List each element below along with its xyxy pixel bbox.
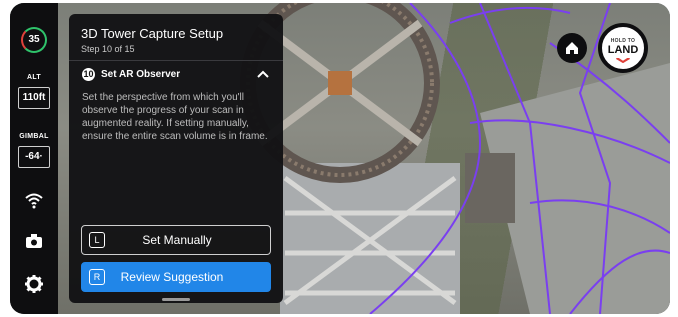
- camera-icon[interactable]: [24, 231, 44, 251]
- land-button-label: LAND: [607, 44, 639, 56]
- review-suggestion-label: Review Suggestion: [120, 270, 224, 284]
- gear-icon[interactable]: [24, 274, 44, 294]
- drone-app-screen: 35 ALT 110ft GIMBAL -64· 3D Tower Captur…: [10, 3, 670, 314]
- chevron-up-icon[interactable]: [257, 70, 269, 78]
- gimbal-label: GIMBAL: [19, 133, 49, 140]
- drag-handle[interactable]: [162, 298, 190, 301]
- turbine-hub: [328, 71, 352, 95]
- panel-step-counter: Step 10 of 15: [81, 44, 135, 54]
- step-title: Set AR Observer: [101, 69, 181, 80]
- altitude-value: 110ft: [18, 87, 50, 109]
- panel-title: 3D Tower Capture Setup: [81, 26, 224, 41]
- setup-panel: 3D Tower Capture Setup Step 10 of 15 10 …: [69, 14, 283, 303]
- wifi-icon[interactable]: [24, 190, 44, 210]
- gimbal-value: -64·: [18, 146, 50, 168]
- land-chevron-icon: [616, 58, 630, 63]
- home-icon: [566, 42, 578, 54]
- review-suggestion-button[interactable]: R Review Suggestion: [81, 262, 271, 292]
- set-manually-button[interactable]: L Set Manually: [81, 225, 271, 255]
- set-manually-label: Set Manually: [142, 233, 212, 247]
- battery-indicator: 35: [21, 27, 47, 53]
- panel-divider: [69, 60, 283, 61]
- home-button[interactable]: [557, 33, 587, 63]
- hold-to-land-button[interactable]: HOLD TO LAND: [598, 23, 648, 73]
- altitude-label: ALT: [27, 74, 41, 81]
- step-description: Set the perspective from which you'll ob…: [82, 92, 268, 142]
- step-number-badge: 10: [82, 68, 95, 81]
- left-rail: 35 ALT 110ft GIMBAL -64·: [10, 3, 58, 314]
- building-block: [465, 153, 515, 223]
